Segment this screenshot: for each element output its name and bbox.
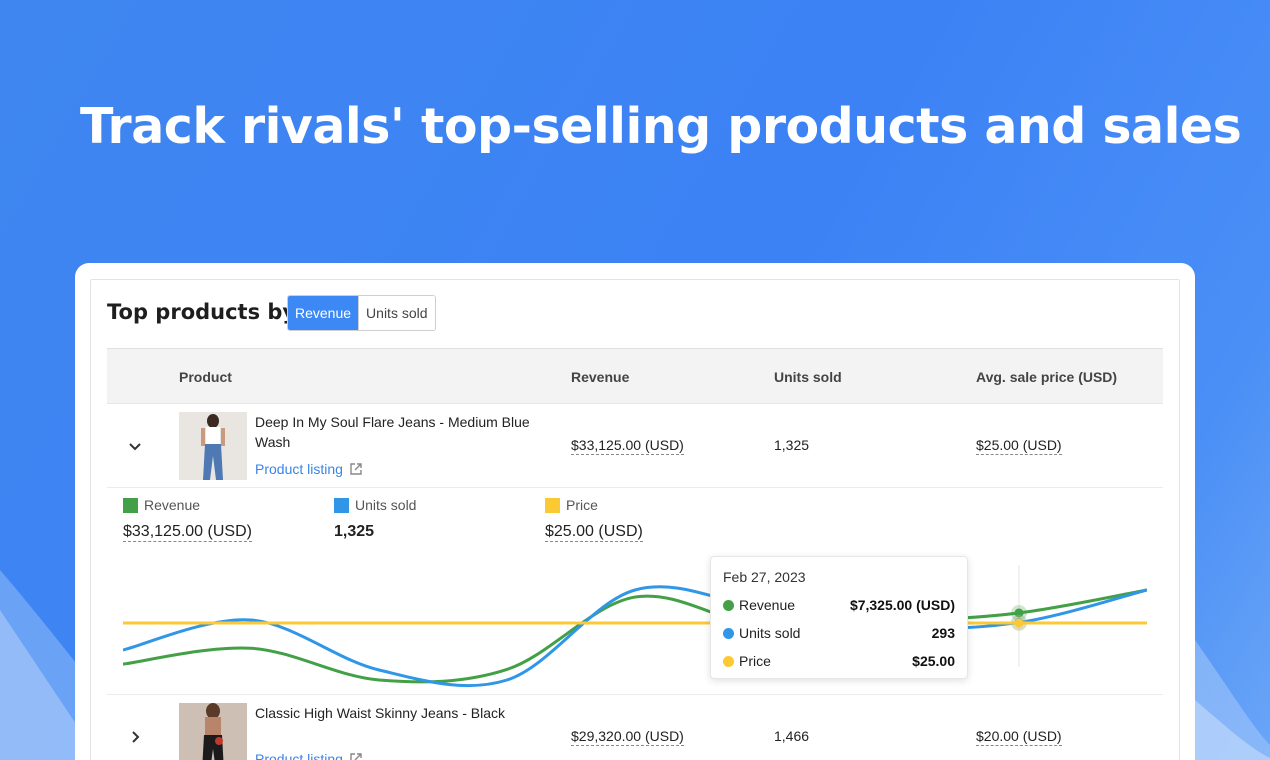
tooltip-row-revenue: Revenue $7,325.00 (USD) — [723, 595, 955, 615]
price-dot-icon — [723, 655, 734, 667]
sales-trend-chart[interactable] — [123, 555, 1147, 695]
row-divider — [107, 487, 1163, 488]
product-listing-link[interactable]: Product listing — [255, 461, 363, 477]
product-listing-label[interactable]: Product listing — [255, 461, 343, 477]
legend-price: Price — [545, 497, 598, 513]
column-header-revenue[interactable]: Revenue — [571, 369, 629, 385]
units-cell: 1,325 — [774, 437, 810, 453]
chevron-down-icon[interactable] — [125, 436, 145, 456]
legend-units-value: 1,325 — [334, 523, 375, 540]
chevron-right-icon[interactable] — [125, 727, 145, 747]
hero-title: Track rivals' top-selling products and s… — [80, 98, 1242, 155]
external-link-icon — [350, 753, 362, 760]
toggle-revenue[interactable]: Revenue — [288, 296, 359, 330]
product-listing-link[interactable]: Product listing — [255, 751, 363, 760]
external-link-icon — [350, 463, 362, 475]
tooltip-row-price: Price $25.00 — [723, 651, 955, 671]
series-line-revenue — [123, 588, 1147, 684]
legend-price-label: Price — [566, 497, 598, 513]
tooltip-value: $7,325.00 (USD) — [849, 597, 955, 613]
legend-price-value: $25.00 (USD) — [545, 523, 643, 542]
legend-revenue: Revenue — [123, 497, 200, 513]
tooltip-row-units: Units sold 293 — [723, 623, 955, 643]
revenue-dot-icon — [723, 599, 734, 611]
price-cell: $25.00 (USD) — [976, 437, 1062, 455]
legend-revenue-label: Revenue — [144, 497, 201, 513]
price-swatch — [545, 497, 560, 513]
legend-revenue-value: $33,125.00 (USD) — [123, 523, 252, 542]
column-header-product[interactable]: Product — [179, 369, 232, 385]
units-cell: 1,466 — [774, 728, 810, 744]
revenue-cell: $33,125.00 (USD) — [571, 437, 684, 455]
product-listing-label[interactable]: Product listing — [255, 751, 343, 760]
column-header-price[interactable]: Avg. sale price (USD) — [976, 369, 1117, 385]
legend-revenue-amount: $33,125.00 (USD) — [123, 523, 252, 542]
tooltip-label: Revenue — [739, 597, 796, 613]
units-dot-icon — [723, 627, 734, 639]
units-swatch — [334, 497, 349, 513]
chart-tooltip: Feb 27, 2023 Revenue $7,325.00 (USD) Uni… — [710, 556, 968, 679]
panel-title: Top products by — [107, 300, 297, 324]
tooltip-date: Feb 27, 2023 — [723, 569, 806, 585]
row-divider — [107, 694, 1163, 695]
column-header-units[interactable]: Units sold — [774, 369, 842, 385]
product-name: Classic High Waist Skinny Jeans - Black — [255, 705, 506, 721]
toggle-units-sold[interactable]: Units sold — [358, 296, 435, 330]
revenue-cell: $29,320.00 (USD) — [571, 728, 684, 746]
legend-units: Units sold — [334, 497, 416, 513]
product-thumbnail — [179, 703, 247, 760]
price-value: $20.00 (USD) — [976, 728, 1062, 746]
hover-point-price — [1014, 618, 1024, 628]
revenue-value: $29,320.00 (USD) — [571, 728, 684, 746]
table-header: Product Revenue Units sold Avg. sale pri… — [107, 348, 1163, 404]
metric-toggle: Revenue Units sold — [287, 295, 436, 331]
legend-price-amount: $25.00 (USD) — [545, 523, 643, 542]
legend-units-label: Units sold — [355, 497, 417, 513]
price-cell: $20.00 (USD) — [976, 728, 1062, 746]
tooltip-value: $25.00 — [912, 653, 955, 669]
tooltip-label: Units sold — [739, 625, 801, 641]
revenue-swatch — [123, 497, 138, 513]
series-line-units-sold — [123, 585, 1147, 688]
product-name: Deep In My Soul Flare Jeans - Medium Blu… — [255, 414, 530, 450]
product-thumbnail — [179, 412, 247, 480]
tooltip-label: Price — [739, 653, 771, 669]
tooltip-value: 293 — [931, 625, 955, 641]
revenue-value: $33,125.00 (USD) — [571, 437, 684, 455]
price-value: $25.00 (USD) — [976, 437, 1062, 455]
